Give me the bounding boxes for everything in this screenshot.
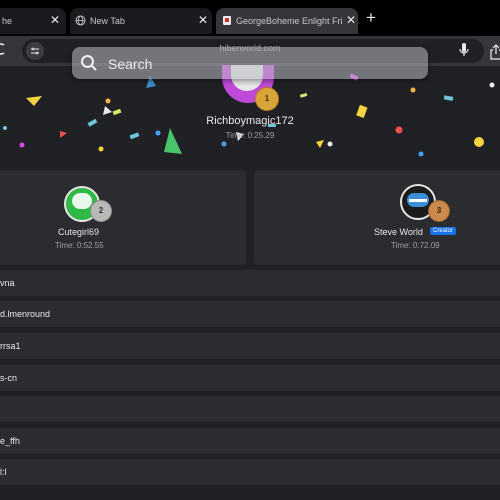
list-item[interactable] bbox=[0, 396, 500, 422]
tab-title: GeorgeBoheme Enlight Fri bbox=[236, 16, 342, 26]
player-time: Time: 0:72.09 bbox=[391, 241, 440, 250]
close-tab-icon[interactable]: ✕ bbox=[346, 14, 356, 26]
close-tab-icon[interactable]: ✕ bbox=[198, 14, 208, 26]
globe-icon bbox=[75, 15, 86, 26]
list-item-label: s-cn bbox=[0, 373, 18, 383]
winner-name: Richboymagic172 bbox=[206, 115, 294, 127]
search-icon bbox=[81, 55, 97, 71]
new-tab-button[interactable]: + bbox=[366, 9, 376, 26]
gold-medal-icon: 1 bbox=[255, 87, 279, 111]
list-item-label: rrsa1 bbox=[0, 341, 21, 351]
site-favicon-icon bbox=[223, 16, 231, 25]
player-name: Cutegirl69 bbox=[58, 227, 100, 237]
podium-card-second[interactable]: 2 Cutegirl69 Time: 0:52.55 bbox=[0, 170, 246, 265]
silver-medal-icon: 2 bbox=[90, 200, 112, 222]
player-time: Time: 0:52.55 bbox=[55, 241, 104, 250]
player-name: Steve World bbox=[374, 227, 423, 237]
winner-time: Time: 0:25.29 bbox=[225, 131, 275, 140]
tab-strip: he ✕ New Tab ✕ GeorgeBoheme Enlight Fri … bbox=[0, 0, 500, 36]
list-item[interactable]: d.lmenround bbox=[0, 301, 500, 327]
list-item[interactable]: l:l bbox=[0, 459, 500, 485]
tab-3-active[interactable]: GeorgeBoheme Enlight Fri ✕ bbox=[216, 8, 358, 34]
tab-title: New Tab bbox=[90, 16, 125, 26]
bronze-medal-icon: 3 bbox=[428, 200, 450, 222]
list-item-label: e_ffh bbox=[0, 436, 20, 446]
list-item[interactable]: rrsa1 bbox=[0, 333, 500, 359]
list-item[interactable]: s-cn bbox=[0, 365, 500, 391]
list-item-label: d.lmenround bbox=[0, 309, 51, 319]
list-item-label: vna bbox=[0, 278, 15, 288]
podium-card-third[interactable]: 3 Steve World Creator Time: 0:72.09 bbox=[254, 170, 500, 265]
creator-badge: Creator bbox=[430, 227, 457, 235]
tab-title: he bbox=[2, 16, 13, 26]
search-bar[interactable]: Search bbox=[72, 47, 428, 79]
search-placeholder: Search bbox=[108, 56, 153, 72]
list-item[interactable]: vna bbox=[0, 270, 500, 296]
share-icon[interactable] bbox=[490, 44, 500, 60]
close-tab-icon[interactable]: ✕ bbox=[50, 14, 60, 26]
tab-1[interactable]: he ✕ bbox=[0, 8, 66, 34]
tab-2[interactable]: New Tab ✕ bbox=[70, 8, 212, 34]
microphone-icon[interactable] bbox=[458, 42, 470, 58]
list-item-label: l:l bbox=[0, 467, 7, 477]
list-item[interactable]: e_ffh bbox=[0, 428, 500, 454]
